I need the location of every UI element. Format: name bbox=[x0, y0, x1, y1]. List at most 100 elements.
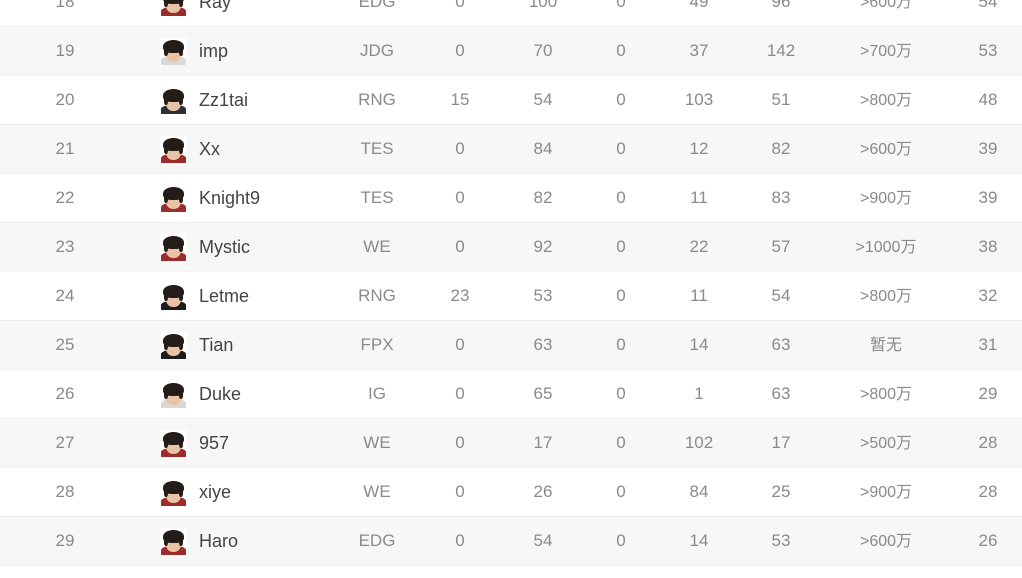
rank-cell: 20 bbox=[55, 90, 75, 109]
player-cell[interactable]: Knight9 bbox=[160, 174, 360, 222]
table-row[interactable]: 19 imp JDG 0 70 0 37 142 >700万 53 bbox=[0, 27, 1022, 76]
table-row[interactable]: 21 Xx TES 0 84 0 12 82 >600万 39 bbox=[0, 125, 1022, 174]
salary-cell-value: >600万 bbox=[859, 141, 913, 158]
salary-cell: >800万 bbox=[824, 76, 948, 124]
stat-5-cell: 25 bbox=[744, 468, 818, 516]
salary-cell-value: >600万 bbox=[859, 533, 913, 550]
stat-5-cell: 51 bbox=[744, 76, 818, 124]
stat-2-cell: 26 bbox=[506, 468, 580, 516]
score-cell-value: 54 bbox=[978, 0, 998, 11]
stat-5-cell-value: 63 bbox=[771, 384, 791, 403]
stat-5-cell-value: 25 bbox=[771, 482, 791, 501]
stat-4-cell: 14 bbox=[662, 321, 736, 369]
table-row[interactable]: 25 Tian FPX 0 63 0 14 63 暂无 31 bbox=[0, 321, 1022, 370]
rank-cell: 28 bbox=[55, 482, 75, 501]
stat-4-cell-value: 49 bbox=[689, 0, 709, 11]
stat-1-cell: 23 bbox=[424, 272, 496, 320]
salary-cell: >500万 bbox=[824, 419, 948, 467]
stat-3-cell: 0 bbox=[586, 419, 656, 467]
stat-2-cell-value: 100 bbox=[528, 0, 558, 11]
score-cell: 48 bbox=[954, 76, 1022, 124]
player-cell[interactable]: Letme bbox=[160, 272, 360, 320]
salary-cell: >900万 bbox=[824, 174, 948, 222]
player-cell[interactable]: Zz1tai bbox=[160, 76, 360, 124]
table-row[interactable]: 22 Knight9 TES 0 82 0 11 83 >900万 39 bbox=[0, 174, 1022, 223]
stat-1-cell: 0 bbox=[424, 370, 496, 418]
stat-5-cell-value: 17 bbox=[771, 433, 791, 452]
stat-2-cell-value: 92 bbox=[533, 237, 553, 256]
stat-5-cell: 17 bbox=[744, 419, 818, 467]
team-cell: EDG bbox=[336, 517, 418, 565]
player-avatar bbox=[160, 380, 187, 408]
stat-3-cell: 0 bbox=[586, 0, 656, 26]
stat-3-cell-value: 0 bbox=[616, 0, 626, 11]
team-cell: EDG bbox=[336, 0, 418, 26]
stat-2-cell-value: 84 bbox=[533, 139, 553, 158]
stat-5-cell-value: 57 bbox=[771, 237, 791, 256]
salary-cell: 暂无 bbox=[824, 321, 948, 369]
player-avatar bbox=[160, 331, 187, 359]
stat-5-cell: 82 bbox=[744, 125, 818, 173]
stat-5-cell: 57 bbox=[744, 223, 818, 271]
salary-cell: >900万 bbox=[824, 468, 948, 516]
salary-cell: >700万 bbox=[824, 27, 948, 75]
stat-3-cell-value: 0 bbox=[616, 335, 626, 354]
stat-2-cell: 100 bbox=[506, 0, 580, 26]
stat-3-cell: 0 bbox=[586, 223, 656, 271]
stat-4-cell-value: 12 bbox=[689, 139, 709, 158]
stat-3-cell-value: 0 bbox=[616, 139, 626, 158]
stat-3-cell: 0 bbox=[586, 370, 656, 418]
player-cell[interactable]: Haro bbox=[160, 517, 360, 565]
player-cell[interactable]: Duke bbox=[160, 370, 360, 418]
stat-4-cell: 12 bbox=[662, 125, 736, 173]
table-row[interactable]: 18 Ray EDG 0 100 0 49 96 >600万 54 bbox=[0, 0, 1022, 27]
stat-1-cell-value: 0 bbox=[455, 433, 465, 452]
stat-2-cell-value: 54 bbox=[533, 90, 553, 109]
score-cell: 53 bbox=[954, 27, 1022, 75]
stat-5-cell: 142 bbox=[744, 27, 818, 75]
stat-5-cell-value: 83 bbox=[771, 188, 791, 207]
stat-5-cell: 63 bbox=[744, 370, 818, 418]
stat-1-cell-value: 0 bbox=[455, 335, 465, 354]
table-row[interactable]: 23 Mystic WE 0 92 0 22 57 >1000万 38 bbox=[0, 223, 1022, 272]
table-row[interactable]: 24 Letme RNG 23 53 0 11 54 >800万 32 bbox=[0, 272, 1022, 321]
player-name: Haro bbox=[199, 531, 239, 551]
stat-4-cell-value: 22 bbox=[689, 237, 709, 256]
stat-1-cell: 0 bbox=[424, 321, 496, 369]
stat-1-cell: 0 bbox=[424, 27, 496, 75]
player-cell[interactable]: Ray bbox=[160, 0, 360, 26]
salary-cell: >600万 bbox=[824, 0, 948, 26]
player-name: imp bbox=[199, 41, 229, 61]
stat-1-cell: 0 bbox=[424, 125, 496, 173]
player-cell[interactable]: 957 bbox=[160, 419, 360, 467]
player-cell[interactable]: Tian bbox=[160, 321, 360, 369]
player-cell[interactable]: xiye bbox=[160, 468, 360, 516]
stat-1-cell: 0 bbox=[424, 517, 496, 565]
table-row[interactable]: 27 957 WE 0 17 0 102 17 >500万 28 bbox=[0, 419, 1022, 468]
stat-4-cell: 103 bbox=[662, 76, 736, 124]
salary-cell-value: >800万 bbox=[859, 288, 913, 305]
stat-2-cell: 70 bbox=[506, 27, 580, 75]
score-cell: 32 bbox=[954, 272, 1022, 320]
table-row[interactable]: 20 Zz1tai RNG 15 54 0 103 51 >800万 48 bbox=[0, 76, 1022, 125]
table-row[interactable]: 26 Duke IG 0 65 0 1 63 >800万 29 bbox=[0, 370, 1022, 419]
stat-4-cell-value: 37 bbox=[689, 41, 709, 60]
salary-cell: >1000万 bbox=[824, 223, 948, 271]
stat-4-cell: 49 bbox=[662, 0, 736, 26]
score-cell-value: 29 bbox=[978, 384, 998, 403]
player-cell[interactable]: Mystic bbox=[160, 223, 360, 271]
stat-1-cell: 0 bbox=[424, 468, 496, 516]
stat-4-cell: 14 bbox=[662, 517, 736, 565]
table-row[interactable]: 28 xiye WE 0 26 0 84 25 >900万 28 bbox=[0, 468, 1022, 517]
salary-cell: >600万 bbox=[824, 125, 948, 173]
stat-5-cell: 83 bbox=[744, 174, 818, 222]
score-cell: 28 bbox=[954, 468, 1022, 516]
rank-cell: 18 bbox=[55, 0, 75, 11]
stat-1-cell-value: 0 bbox=[455, 139, 465, 158]
score-cell: 26 bbox=[954, 517, 1022, 565]
stat-3-cell: 0 bbox=[586, 272, 656, 320]
stat-1-cell-value: 0 bbox=[455, 0, 465, 11]
player-cell[interactable]: imp bbox=[160, 27, 360, 75]
table-row[interactable]: 29 Haro EDG 0 54 0 14 53 >600万 26 bbox=[0, 517, 1022, 566]
player-cell[interactable]: Xx bbox=[160, 125, 360, 173]
